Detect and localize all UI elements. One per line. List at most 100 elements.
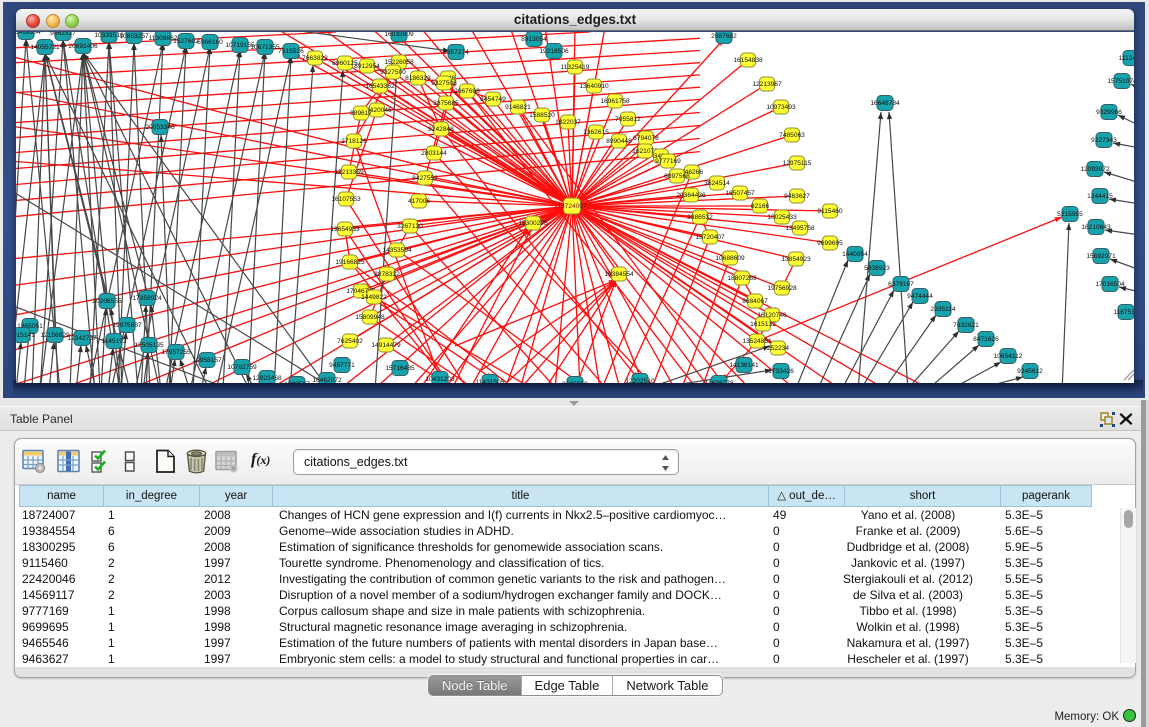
svg-text:13640910: 13640910 xyxy=(579,83,609,90)
svg-text:3875685: 3875685 xyxy=(433,100,459,107)
svg-text:12505135: 12505135 xyxy=(134,342,164,349)
svg-text:12213369: 12213369 xyxy=(334,169,364,176)
svg-text:16033809: 16033809 xyxy=(384,32,414,38)
svg-text:2386532: 2386532 xyxy=(687,214,713,221)
svg-text:1167531: 1167531 xyxy=(1113,309,1134,316)
svg-text:20364436: 20364436 xyxy=(676,192,706,199)
svg-text:9699695: 9699695 xyxy=(817,240,843,247)
svg-text:16462072: 16462072 xyxy=(312,377,342,383)
svg-text:11431505: 11431505 xyxy=(476,379,505,383)
svg-text:19975887: 19975887 xyxy=(112,322,142,329)
svg-text:1112453: 1112453 xyxy=(1119,55,1134,62)
svg-text:15720407: 15720407 xyxy=(695,234,725,241)
svg-text:2803144: 2803144 xyxy=(421,150,447,157)
svg-text:2718126: 2718126 xyxy=(341,138,367,145)
svg-text:16507457: 16507457 xyxy=(725,190,755,197)
svg-text:989617: 989617 xyxy=(350,110,372,117)
svg-text:9146821: 9146821 xyxy=(505,104,531,111)
svg-text:10654112: 10654112 xyxy=(994,353,1023,360)
svg-text:10431203: 10431203 xyxy=(425,376,455,383)
svg-text:14055721: 14055721 xyxy=(30,44,60,51)
svg-text:2087682: 2087682 xyxy=(711,33,737,40)
svg-text:3267130: 3267130 xyxy=(397,223,423,230)
svg-text:9474444: 9474444 xyxy=(907,293,933,300)
svg-text:14353594: 14353594 xyxy=(382,247,412,254)
svg-text:19384554: 19384554 xyxy=(604,271,634,278)
svg-text:7485063: 7485063 xyxy=(779,132,805,139)
svg-text:8186323: 8186323 xyxy=(405,75,431,82)
svg-text:12202510: 12202510 xyxy=(625,378,655,383)
svg-text:10025433: 10025433 xyxy=(767,214,797,221)
svg-text:3624514: 3624514 xyxy=(704,180,730,187)
svg-text:9862327: 9862327 xyxy=(50,32,76,37)
svg-text:10671355: 10671355 xyxy=(250,44,280,51)
svg-text:17359924: 17359924 xyxy=(132,295,162,302)
svg-text:14914479: 14914479 xyxy=(371,342,401,349)
svg-text:10688609: 10688609 xyxy=(715,255,745,262)
svg-text:1588520: 1588520 xyxy=(529,112,555,119)
svg-text:8878332: 8878332 xyxy=(374,271,400,278)
svg-text:10973493: 10973493 xyxy=(766,104,796,111)
svg-text:18724007: 18724007 xyxy=(557,203,587,210)
svg-text:9115460: 9115460 xyxy=(817,208,843,215)
svg-text:15751074: 15751074 xyxy=(1107,78,1134,85)
svg-text:252234: 252234 xyxy=(767,345,789,352)
svg-text:5938923: 5938923 xyxy=(864,265,890,272)
svg-text:16210643: 16210643 xyxy=(1081,224,1111,231)
svg-text:12923468: 12923468 xyxy=(252,375,282,382)
svg-text:12975115: 12975115 xyxy=(783,160,812,167)
svg-text:1088587: 1088587 xyxy=(284,381,310,383)
svg-text:13524851: 13524851 xyxy=(742,338,772,345)
svg-text:19654933: 19654933 xyxy=(330,226,360,233)
svg-text:10782759: 10782759 xyxy=(227,364,257,371)
svg-text:12213967: 12213967 xyxy=(752,81,782,88)
svg-text:14136141: 14136141 xyxy=(729,362,759,369)
svg-text:9457771: 9457771 xyxy=(329,362,355,369)
svg-text:6897568: 6897568 xyxy=(664,173,690,180)
svg-text:9242848: 9242848 xyxy=(428,126,454,133)
svg-text:5215955: 5215955 xyxy=(1057,211,1083,218)
svg-text:9227343: 9227343 xyxy=(1091,137,1117,144)
svg-text:417006: 417006 xyxy=(408,198,430,205)
svg-text:16469904: 16469904 xyxy=(16,32,41,36)
svg-text:15716485: 15716485 xyxy=(385,365,415,372)
svg-text:8912954: 8912954 xyxy=(354,63,380,70)
svg-text:20053346: 20053346 xyxy=(145,124,175,131)
svg-text:1244415: 1244415 xyxy=(1087,193,1113,200)
svg-text:6966160: 6966160 xyxy=(197,39,223,46)
svg-text:12156829: 12156829 xyxy=(40,332,70,339)
svg-text:16107553: 16107553 xyxy=(331,196,361,203)
svg-text:20691406: 20691406 xyxy=(68,43,98,50)
svg-text:16154838: 16154838 xyxy=(733,57,763,64)
svg-text:7955812: 7955812 xyxy=(615,116,641,123)
svg-text:13495758: 13495758 xyxy=(785,225,815,232)
svg-text:9245612: 9245612 xyxy=(1017,368,1043,375)
svg-text:14636778: 14636778 xyxy=(704,380,734,383)
svg-text:15300275: 15300275 xyxy=(518,220,548,227)
svg-text:8471626: 8471626 xyxy=(973,336,999,343)
svg-text:19218506: 19218506 xyxy=(539,48,569,55)
svg-text:7632621: 7632621 xyxy=(953,322,979,329)
svg-text:82166: 82166 xyxy=(751,203,770,210)
svg-text:15692971: 15692971 xyxy=(1086,253,1116,260)
svg-text:9463627: 9463627 xyxy=(784,193,810,200)
svg-text:17016504: 17016504 xyxy=(1095,281,1125,288)
svg-text:9327508: 9327508 xyxy=(431,80,457,87)
svg-text:7663822: 7663822 xyxy=(302,55,328,62)
svg-text:1615132: 1615132 xyxy=(750,321,776,328)
svg-text:9684067: 9684067 xyxy=(742,298,768,305)
svg-text:3915141: 3915141 xyxy=(16,332,35,339)
svg-text:8813054: 8813054 xyxy=(521,36,547,43)
svg-text:6794078: 6794078 xyxy=(633,135,659,142)
svg-text:7515526: 7515526 xyxy=(278,48,304,55)
svg-text:1733426: 1733426 xyxy=(768,368,794,375)
svg-text:18807269: 18807269 xyxy=(727,275,757,282)
svg-text:16961758: 16961758 xyxy=(600,98,630,105)
svg-text:15809948: 15809948 xyxy=(355,314,385,321)
svg-text:12093872: 12093872 xyxy=(1080,166,1110,173)
svg-text:9327500: 9327500 xyxy=(380,69,406,76)
svg-text:6379197: 6379197 xyxy=(888,281,914,288)
svg-text:17957255: 17957255 xyxy=(161,349,191,356)
svg-text:10853257: 10853257 xyxy=(119,33,149,40)
svg-text:1822037: 1822037 xyxy=(555,119,581,126)
